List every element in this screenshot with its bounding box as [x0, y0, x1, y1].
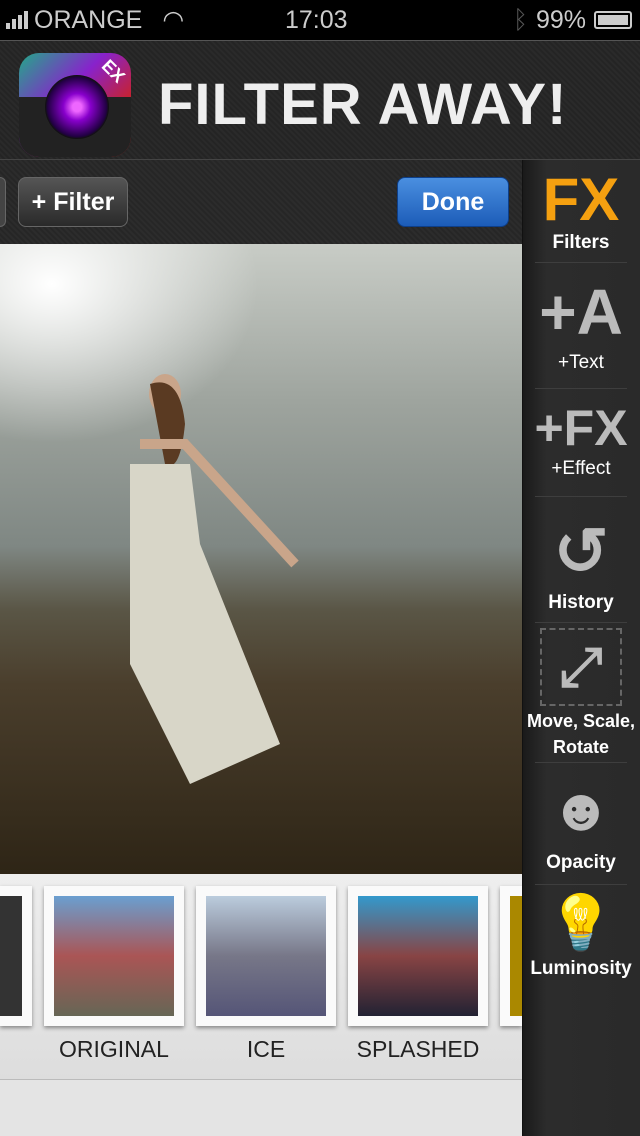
previous-button[interactable]	[0, 177, 6, 227]
filter-thumb-partial[interactable]	[0, 886, 32, 1026]
history-clock-icon: ↺	[553, 514, 609, 588]
wifi-icon: ◠	[162, 6, 185, 34]
tool-transform[interactable]: ⤢ Move, Scale, Rotate	[523, 628, 639, 760]
tool-label: +Text	[558, 352, 604, 373]
app-header: EX FILTER AWAY!	[0, 40, 640, 160]
filter-label: ICE	[246, 1036, 286, 1062]
tool-history[interactable]: ↺ History	[523, 510, 639, 614]
filter-thumb-splashed[interactable]	[348, 886, 488, 1026]
battery-icon	[594, 11, 632, 29]
tool-label: History	[548, 592, 614, 613]
person-fx-icon: ☻	[549, 776, 613, 843]
battery-percent: 99%	[535, 5, 586, 34]
add-effect-icon: +FX	[534, 400, 628, 456]
filter-thumb-next[interactable]	[500, 886, 522, 1026]
bluetooth-icon: ᛒ	[512, 5, 528, 34]
tool-label: Opacity	[546, 852, 616, 873]
add-text-icon: +A	[539, 276, 623, 348]
tool-sidebar: FX Filters +A +Text +FX +Effect ↺ History ⤢ M…	[522, 160, 640, 1136]
photo-subject	[130, 374, 299, 784]
tool-label: Filters	[552, 232, 610, 253]
filter-label: SPLASHED	[356, 1036, 480, 1062]
add-filter-button[interactable]: + Filter	[18, 177, 128, 227]
filter-strip[interactable]: ORIGINAL ICE SPLASHED	[0, 874, 522, 1079]
photo-canvas[interactable]	[0, 244, 522, 874]
filter-label: ORIGINAL	[59, 1036, 169, 1062]
lightbulb-icon: 💡	[547, 893, 615, 953]
editor-toolbar: + Filter Done	[0, 160, 522, 244]
tool-label: +Effect	[551, 458, 611, 479]
app-logo-badge: EX	[97, 55, 129, 87]
signal-icon	[6, 11, 28, 29]
bottom-bar	[0, 1079, 522, 1136]
tool-effect[interactable]: +FX +Effect	[523, 398, 639, 480]
fx-icon: FX	[542, 166, 620, 233]
tool-luminosity[interactable]: 💡 Luminosity	[523, 888, 639, 980]
tool-opacity[interactable]: ☻ Opacity	[523, 768, 639, 874]
done-button[interactable]: Done	[397, 177, 509, 227]
move-arrows-icon: ⤢	[540, 628, 622, 706]
clock: 17:03	[285, 5, 348, 34]
tool-text[interactable]: +A +Text	[523, 272, 639, 374]
app-title: FILTER AWAY!	[158, 72, 568, 137]
carrier: ORANGE	[34, 5, 143, 34]
tool-filters[interactable]: FX Filters	[523, 168, 639, 254]
tool-label: Move, Scale, Rotate	[526, 711, 636, 757]
status-bar: ORANGE ◠ 17:03 ᛒ 99%	[0, 0, 640, 40]
filter-thumb-ice[interactable]	[196, 886, 336, 1026]
app-logo: EX	[19, 53, 131, 157]
tool-label: Luminosity	[530, 958, 632, 979]
filter-thumb-original[interactable]	[44, 886, 184, 1026]
